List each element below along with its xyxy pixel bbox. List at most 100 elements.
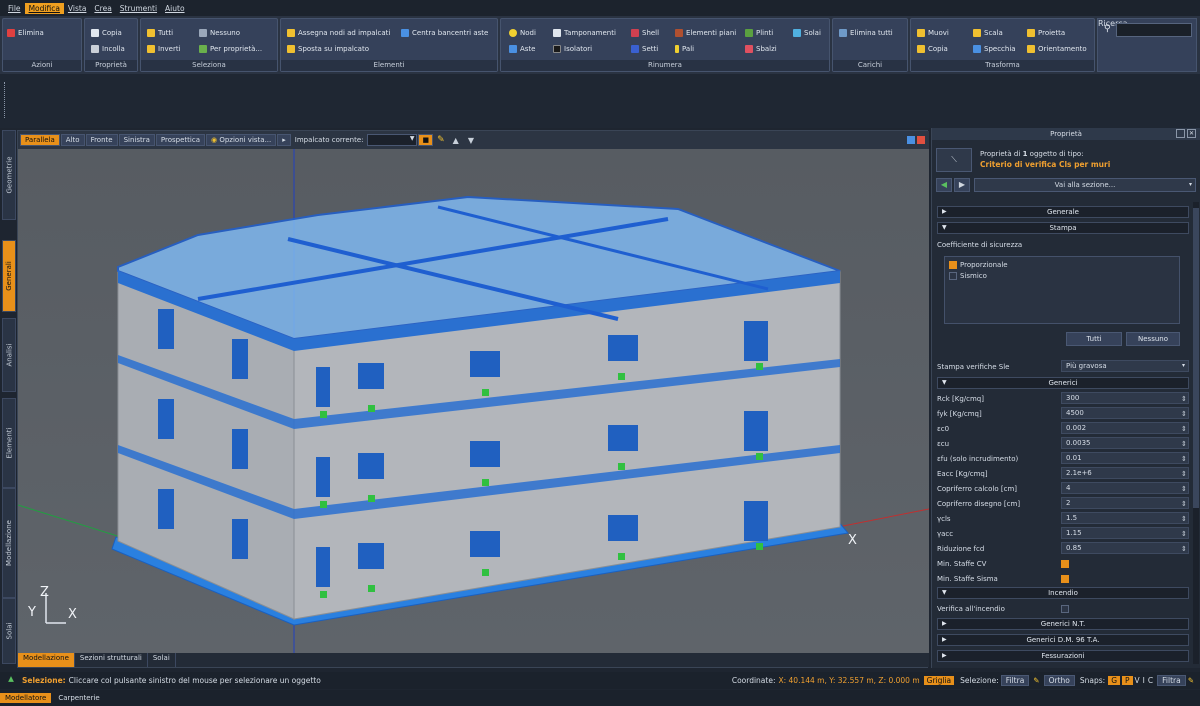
scroll-thumb[interactable]	[1193, 208, 1199, 508]
menu-vista[interactable]: Vista	[64, 3, 91, 14]
pali-button[interactable]: Pali	[675, 45, 694, 53]
snap-i[interactable]: I	[1143, 676, 1145, 685]
checkbox-checked[interactable]	[949, 261, 957, 269]
nessuno-button[interactable]: Nessuno	[199, 29, 240, 37]
scene[interactable]: Z Y X X	[18, 149, 929, 653]
tab-elementi[interactable]: Elementi	[2, 398, 16, 488]
property-value-input[interactable]: 0.0035	[1061, 437, 1189, 449]
copia-button[interactable]: Copia	[91, 29, 122, 37]
muovi-button[interactable]: Muovi	[917, 29, 949, 37]
tab-solai[interactable]: Solai	[2, 598, 16, 664]
tab-modellatore[interactable]: Modellatore	[0, 693, 52, 703]
property-value-input[interactable]: 4500	[1061, 407, 1189, 419]
menu-modifica[interactable]: Modifica	[24, 2, 64, 14]
arrow-up-icon[interactable]: ▲	[449, 136, 463, 145]
dock-grip[interactable]	[4, 82, 8, 118]
snap-v[interactable]: V	[1135, 676, 1140, 685]
3d-viewport[interactable]: Parallela Alto Fronte Sinistra Prospetti…	[17, 130, 929, 668]
wrench-snap-icon[interactable]: ✎	[1188, 676, 1194, 685]
elimina-tutti-button[interactable]: Elimina tutti	[839, 29, 893, 37]
float-icon[interactable]	[1176, 129, 1185, 138]
property-value-input[interactable]: 0.85	[1061, 542, 1189, 554]
spinner-icon[interactable]: ⇕	[1181, 500, 1187, 508]
view-prospettica[interactable]: Prospettica	[155, 134, 205, 146]
proietta-button[interactable]: Proietta	[1027, 29, 1065, 37]
spinner-icon[interactable]: ⇕	[1181, 410, 1187, 418]
elementi-piani-button[interactable]: Elementi piani	[675, 29, 736, 37]
filtra-snap-button[interactable]: Filtra	[1157, 675, 1186, 686]
section-fessurazioni[interactable]: ▶ Fessurazioni	[937, 650, 1189, 662]
checkbox-unchecked[interactable]	[949, 272, 957, 280]
forward-button[interactable]: ▶	[954, 178, 970, 192]
ortho-button[interactable]: Ortho	[1043, 675, 1075, 686]
close-icon[interactable]: ✕	[1187, 129, 1196, 138]
spinner-icon[interactable]: ⇕	[1181, 545, 1187, 553]
tutti-button[interactable]: Tutti	[147, 29, 173, 37]
assegna-nodi-button[interactable]: Assegna nodi ad impalcati	[287, 29, 390, 37]
per-proprieta-button[interactable]: Per proprietà...	[199, 45, 262, 53]
snap-c[interactable]: C	[1148, 676, 1153, 685]
coeff-sismico[interactable]: Sismico	[949, 272, 987, 280]
spinner-icon[interactable]: ⇕	[1181, 530, 1187, 538]
camera-button[interactable]: ▸	[277, 134, 291, 146]
view-parallela[interactable]: Parallela	[20, 134, 60, 146]
stampa-select[interactable]: Più gravosa ▾	[1061, 360, 1189, 372]
solai-button[interactable]: Solai	[793, 29, 821, 37]
tamponamenti-button[interactable]: Tamponamenti	[553, 29, 616, 37]
view-sinistra[interactable]: Sinistra	[118, 134, 155, 146]
coeff-proporzionale[interactable]: Proporzionale	[949, 261, 1008, 269]
spinner-icon[interactable]: ⇕	[1181, 425, 1187, 433]
lock-button[interactable]: ■	[418, 134, 434, 146]
aste-button[interactable]: Aste	[509, 45, 536, 53]
wrench-icon[interactable]: ✎	[434, 135, 448, 145]
incolla-button[interactable]: Incolla	[91, 45, 125, 53]
checkbox-unchecked[interactable]	[1061, 604, 1069, 613]
nessuno-btn[interactable]: Nessuno	[1126, 332, 1180, 346]
wrench-status-icon[interactable]: ✎	[1033, 676, 1039, 685]
section-stampa[interactable]: ▼ Stampa	[937, 222, 1189, 234]
property-value-input[interactable]: 2.1e+6	[1061, 467, 1189, 479]
section-generici-nt[interactable]: ▶ Generici N.T.	[937, 618, 1189, 630]
property-value-input[interactable]: 1.15	[1061, 527, 1189, 539]
tab-carpenterie[interactable]: Carpenterie	[53, 693, 104, 703]
tab-geometrie[interactable]: Geometrie	[2, 130, 16, 220]
property-value-input[interactable]: 2	[1061, 497, 1189, 509]
panel-scrollbar[interactable]	[1193, 202, 1199, 664]
spinner-icon[interactable]: ⇕	[1181, 455, 1187, 463]
tab-modellazione-view[interactable]: Modellazione	[18, 653, 75, 667]
griglia-button[interactable]: Griglia	[923, 676, 955, 685]
section-generale[interactable]: ▶ Generale	[937, 206, 1189, 218]
menu-crea[interactable]: Crea	[90, 3, 115, 14]
section-generici-dm[interactable]: ▶ Generici D.M. 96 T.A.	[937, 634, 1189, 646]
spinner-icon[interactable]: ⇕	[1181, 470, 1187, 478]
view-options-button[interactable]: ◉ Opzioni vista...	[206, 134, 277, 146]
property-value-input[interactable]: 4	[1061, 482, 1189, 494]
sposta-button[interactable]: Sposta su impalcato	[287, 45, 369, 53]
property-value-input[interactable]: 1.5	[1061, 512, 1189, 524]
search-input[interactable]	[1116, 23, 1192, 37]
property-value-input[interactable]: 300	[1061, 392, 1189, 404]
shell-button[interactable]: Shell	[631, 29, 659, 37]
tab-modellazione[interactable]: Modellazione	[2, 488, 16, 598]
nodi-button[interactable]: Nodi	[509, 29, 536, 37]
section-incendio[interactable]: ▼ Incendio	[937, 587, 1189, 599]
snap-g[interactable]: G	[1108, 676, 1120, 685]
checkbox-checked[interactable]	[1061, 559, 1069, 568]
property-value-input[interactable]: 0.01	[1061, 452, 1189, 464]
property-value-input[interactable]: 0.002	[1061, 422, 1189, 434]
orientamento-button[interactable]: Orientamento	[1027, 45, 1087, 53]
tab-solai-view[interactable]: Solai	[148, 653, 176, 667]
setti-button[interactable]: Setti	[631, 45, 658, 53]
sbalzi-button[interactable]: Sbalzi	[745, 45, 777, 53]
menu-aiuto[interactable]: Aiuto	[161, 3, 189, 14]
spinner-icon[interactable]: ⇕	[1181, 395, 1187, 403]
close-view-icon[interactable]	[917, 136, 925, 144]
view-alto[interactable]: Alto	[60, 134, 85, 146]
checkbox-checked[interactable]	[1061, 574, 1069, 583]
filtra-button[interactable]: Filtra	[1000, 675, 1030, 686]
tutti-btn[interactable]: Tutti	[1066, 332, 1122, 346]
menu-file[interactable]: File	[4, 3, 25, 14]
copia-trasforma-button[interactable]: Copia	[917, 45, 948, 53]
scala-button[interactable]: Scala	[973, 29, 1003, 37]
tab-sezioni-strutturali[interactable]: Sezioni strutturali	[75, 653, 148, 667]
